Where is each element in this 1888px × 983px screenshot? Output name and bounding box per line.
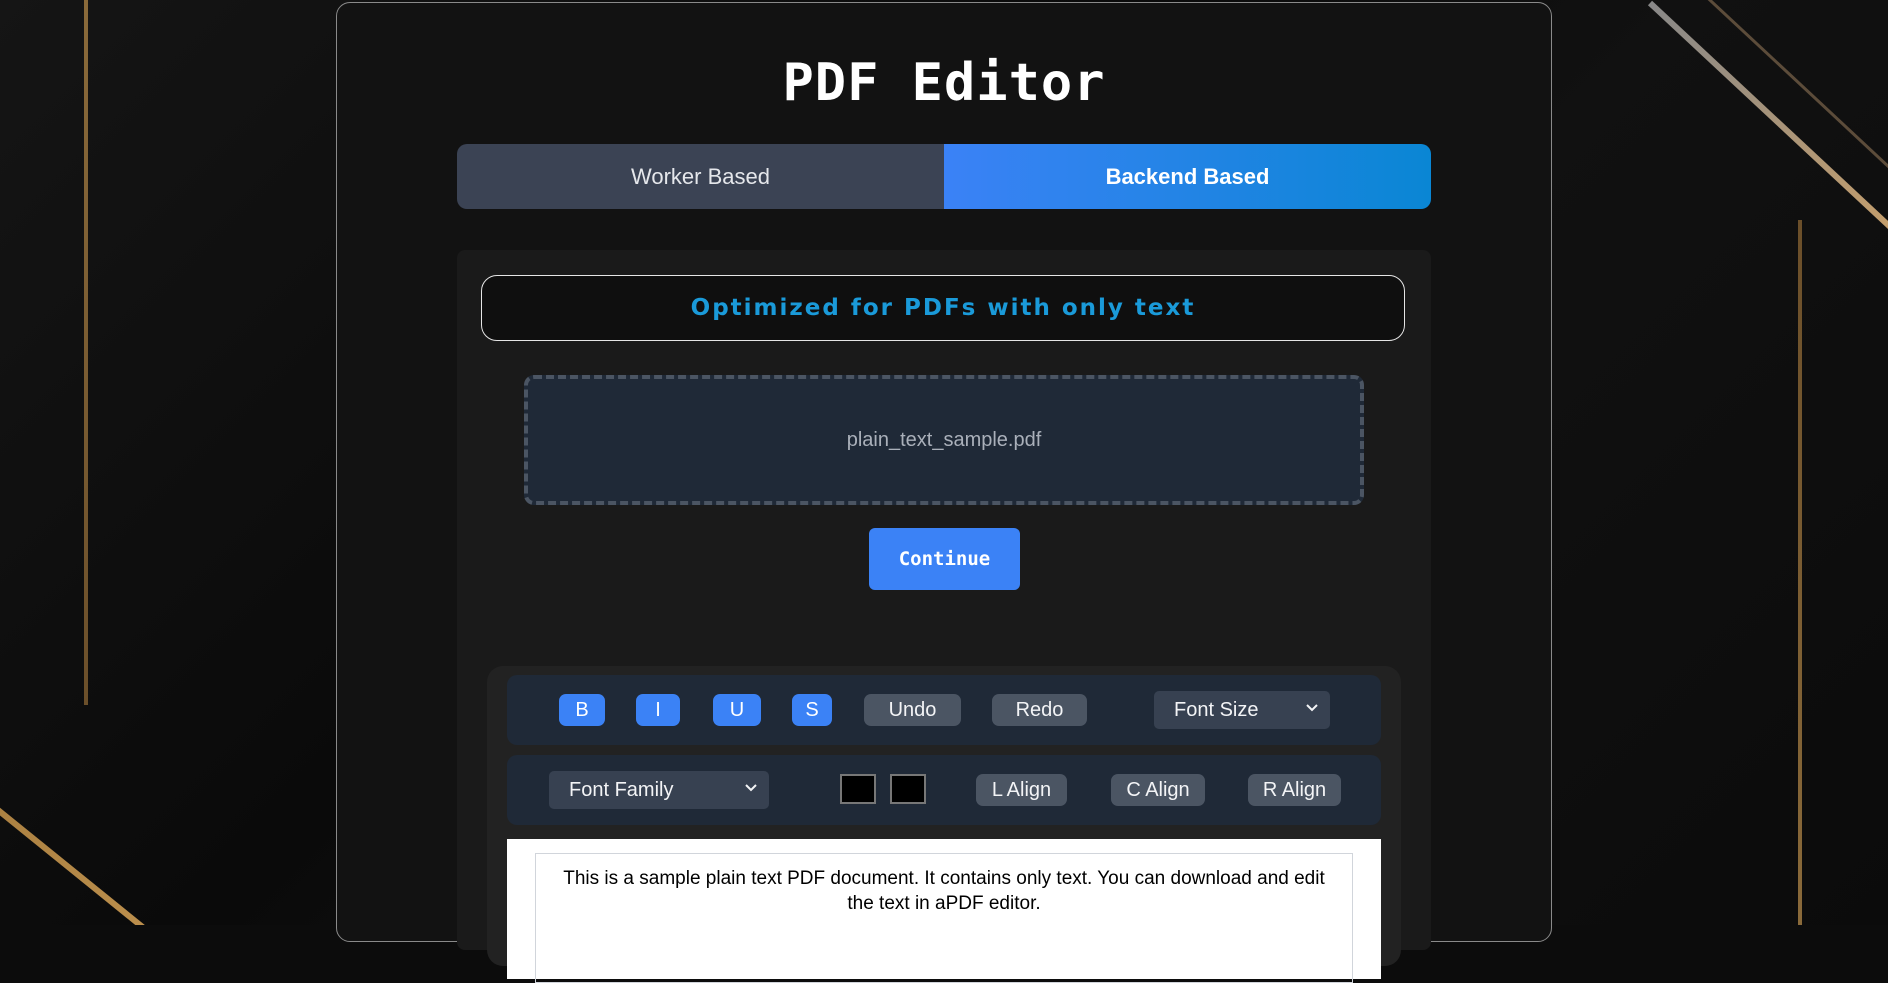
underline-button[interactable]: U [713,694,761,726]
highlight-color-picker[interactable] [890,774,926,804]
decorative-stripe [0,760,269,925]
style-toolbar: Font Family L Align C Align R Align [507,755,1381,825]
strikethrough-button[interactable]: S [792,694,832,726]
uploaded-filename: plain_text_sample.pdf [846,428,1042,451]
tab-worker-based[interactable]: Worker Based [457,144,944,209]
continue-button[interactable]: Continue [869,528,1020,590]
formatting-toolbar: B I U S Undo Redo Font Size [507,675,1381,745]
decorative-stripe [1798,220,1802,925]
redo-button[interactable]: Redo [992,694,1087,726]
mode-tabs: Worker Based Backend Based [457,144,1431,209]
left-align-button[interactable]: L Align [976,774,1067,806]
undo-button[interactable]: Undo [864,694,961,726]
decorative-stripe [1647,0,1888,251]
right-align-button[interactable]: R Align [1248,774,1341,806]
document-text-area[interactable]: This is a sample plain text PDF document… [535,853,1353,983]
page-title: PDF Editor [782,53,1106,113]
font-size-label: Font Size [1174,698,1259,721]
bold-button[interactable]: B [559,694,605,726]
font-size-select[interactable]: Font Size [1154,691,1330,729]
document-page: This is a sample plain text PDF document… [507,839,1381,983]
file-dropzone[interactable]: plain_text_sample.pdf [524,375,1364,505]
text-color-picker[interactable] [840,774,876,804]
text-editor: B I U S Undo Redo Font Size Font Family [487,666,1401,983]
editor-card: PDF Editor Worker Based Backend Based Op… [336,2,1552,983]
chevron-down-icon [1306,704,1318,712]
chevron-down-icon [745,784,757,792]
font-family-select[interactable]: Font Family [549,771,769,809]
italic-button[interactable]: I [636,694,680,726]
decorative-stripe [84,0,88,705]
center-align-button[interactable]: C Align [1111,774,1205,806]
font-family-label: Font Family [569,778,674,801]
tab-backend-based[interactable]: Backend Based [944,144,1431,209]
main-panel: Optimized for PDFs with only text plain_… [457,250,1431,983]
info-banner: Optimized for PDFs with only text [481,275,1405,341]
